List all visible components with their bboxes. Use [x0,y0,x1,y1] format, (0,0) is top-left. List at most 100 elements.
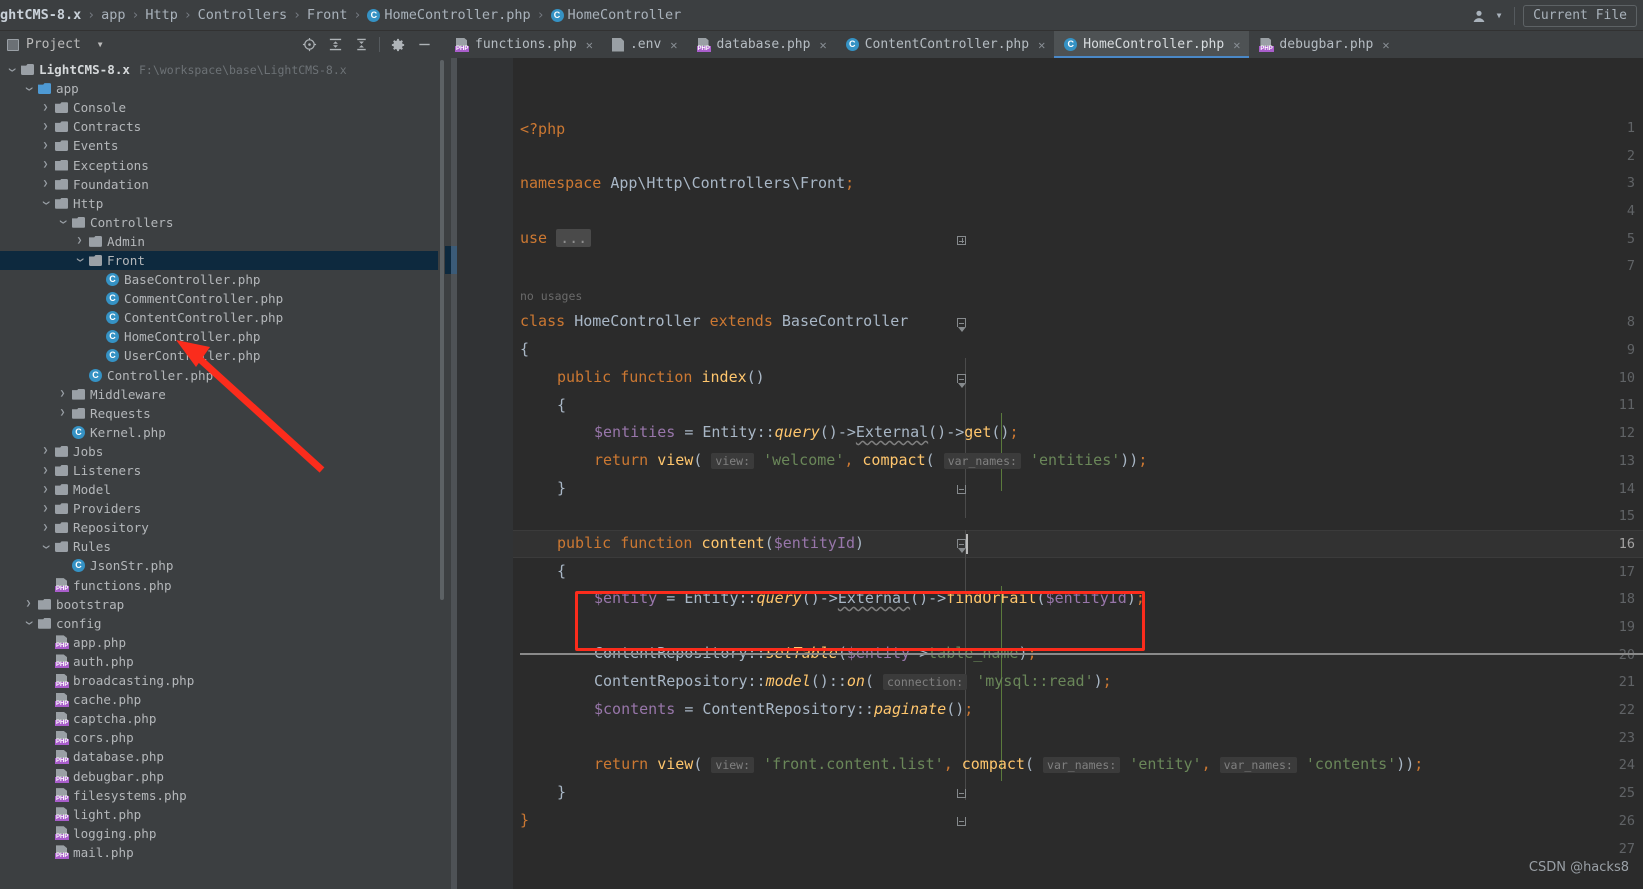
tree-row[interactable]: ❯ Rules [0,537,438,556]
fold-collapse-icon[interactable] [957,374,966,388]
tree-scrollbar[interactable] [440,60,444,600]
tree-row[interactable]: PHP light.php [0,805,438,824]
chevron-right-icon[interactable]: ❯ [74,236,85,246]
chevron-right-icon[interactable]: ❯ [40,103,51,113]
tree-row[interactable]: ❯ Middleware [0,385,438,404]
chevron-right-icon[interactable]: ❯ [40,160,51,170]
tree-row[interactable]: ❯ Listeners [0,461,438,480]
tree-row[interactable]: ❯ config [0,614,438,633]
chevron-down-icon[interactable]: ❯ [75,255,85,266]
fold-end-icon[interactable] [957,789,966,798]
chevron-right-icon[interactable]: ❯ [40,141,51,151]
breadcrumb-item-http[interactable]: Http [145,7,178,23]
person-icon[interactable] [1466,0,1492,31]
tree-row[interactable]: ❯ Jobs [0,442,438,461]
tree-row[interactable]: C JsonStr.php [0,556,438,575]
close-icon[interactable]: ✕ [586,38,593,52]
chevron-right-icon[interactable]: ❯ [57,389,68,399]
tree-row[interactable]: C ContentController.php [0,308,438,327]
tab-contentcontroller-php[interactable]: C ContentController.php ✕ [836,31,1055,58]
tree-row[interactable]: PHP cors.php [0,728,438,747]
fold-expand-icon[interactable] [957,236,966,245]
tree-row[interactable]: ❯ Repository [0,518,438,537]
tree-row[interactable]: ❯ Requests [0,404,438,423]
chevron-right-icon[interactable]: ❯ [57,408,68,418]
tree-row[interactable]: PHP functions.php [0,576,438,595]
chevron-right-icon[interactable]: ❯ [40,466,51,476]
locate-icon[interactable] [296,31,322,58]
chevron-down-icon[interactable]: ▼ [98,40,103,49]
fold-end-icon[interactable] [957,817,966,826]
tree-row[interactable]: C Kernel.php [0,423,438,442]
close-icon[interactable]: ✕ [1038,38,1045,52]
chevron-right-icon[interactable]: ❯ [40,504,51,514]
tree-row[interactable]: PHP broadcasting.php [0,671,438,690]
tree-row[interactable]: ❯ Contracts [0,117,438,136]
breadcrumb-item-symbol[interactable]: C HomeController [550,7,681,23]
fold-end-icon[interactable] [957,485,966,494]
chevron-down-icon[interactable]: ❯ [7,64,17,75]
tree-row[interactable]: PHP logging.php [0,824,438,843]
tree-row[interactable]: C Controller.php [0,366,438,385]
tab-functions-php[interactable]: PHP functions.php ✕ [445,31,602,58]
tree-row[interactable]: C HomeController.php [0,327,438,346]
chevron-down-icon[interactable]: ❯ [41,198,51,209]
expand-all-icon[interactable] [322,31,348,58]
tree-row[interactable]: C BaseController.php [0,270,438,289]
tree-row[interactable]: PHP app.php [0,633,438,652]
collapse-all-icon[interactable] [348,31,374,58]
breadcrumb-item-controllers[interactable]: Controllers [198,7,287,23]
tree-row[interactable]: ❯ Controllers [0,213,438,232]
chevron-right-icon[interactable]: ❯ [40,122,51,132]
chevron-right-icon[interactable]: ❯ [40,485,51,495]
tree-row[interactable]: ❯ Admin [0,232,438,251]
tree-row[interactable]: PHP mail.php [0,843,438,862]
run-config-selector[interactable]: Current File [1523,4,1637,27]
fold-collapse-icon[interactable] [957,318,966,332]
project-tree[interactable]: ❯ LightCMS-8.x F:\workspace\base\LightCMS-… [0,58,438,889]
tree-row[interactable]: ❯ Model [0,480,438,499]
tree-row[interactable]: ❯ Exceptions [0,155,438,174]
tree-row[interactable]: PHP cache.php [0,690,438,709]
project-panel-title[interactable]: Project ▼ [0,37,103,52]
tree-row[interactable]: PHP auth.php [0,652,438,671]
hide-panel-icon[interactable] [411,31,437,58]
breadcrumb-item-front[interactable]: Front [307,7,348,23]
tab-env[interactable]: .env ✕ [602,31,687,58]
tree-row[interactable]: PHP filesystems.php [0,786,438,805]
settings-gear-icon[interactable] [385,31,411,58]
chevron-right-icon[interactable]: ❯ [40,523,51,533]
chevron-down-icon[interactable]: ▼ [1492,0,1506,31]
code-editor[interactable]: 1 2 3 4 5 7 8 9 10 11 12 13 14 15 16 17 18 19 20 21 22 23 24 25… [445,58,1643,889]
tree-row[interactable]: ❯ bootstrap [0,595,438,614]
tree-row[interactable]: C CommentController.php [0,289,438,308]
close-icon[interactable]: ✕ [819,38,826,52]
close-icon[interactable]: ✕ [1233,38,1240,52]
breadcrumb-item-file[interactable]: C HomeController.php [367,7,531,23]
close-icon[interactable]: ✕ [1382,38,1389,52]
tab-debugbar-php[interactable]: PHP debugbar.php ✕ [1249,31,1398,58]
chevron-down-icon[interactable]: ❯ [24,618,34,629]
tree-row[interactable]: ❯ Front [0,250,438,271]
tree-row[interactable]: PHP debugbar.php [0,766,438,785]
chevron-right-icon[interactable]: ❯ [40,179,51,189]
breadcrumb-item-app[interactable]: app [101,7,125,23]
tree-row[interactable]: ❯ LightCMS-8.x F:\workspace\base\LightCMS-… [0,60,438,79]
chevron-down-icon[interactable]: ❯ [24,83,34,94]
tree-row[interactable]: ❯ Console [0,98,438,117]
tree-row[interactable]: ❯ Providers [0,499,438,518]
tree-row[interactable]: ❯ Http [0,194,438,213]
breadcrumb-root[interactable]: ghtCMS-8.x [0,7,81,23]
chevron-down-icon[interactable]: ❯ [41,541,51,552]
tree-row[interactable]: PHP database.php [0,747,438,766]
chevron-right-icon[interactable]: ❯ [23,599,34,609]
tree-row[interactable]: ❯ Foundation [0,175,438,194]
tree-row[interactable]: ❯ app [0,79,438,98]
tree-row[interactable]: ❯ Events [0,136,438,155]
tab-database-php[interactable]: PHP database.php ✕ [687,31,836,58]
tree-row[interactable]: PHP captcha.php [0,709,438,728]
tab-homecontroller-php[interactable]: C HomeController.php ✕ [1054,31,1250,58]
chevron-right-icon[interactable]: ❯ [40,446,51,456]
fold-collapse-icon[interactable] [957,539,966,553]
chevron-down-icon[interactable]: ❯ [58,217,68,228]
